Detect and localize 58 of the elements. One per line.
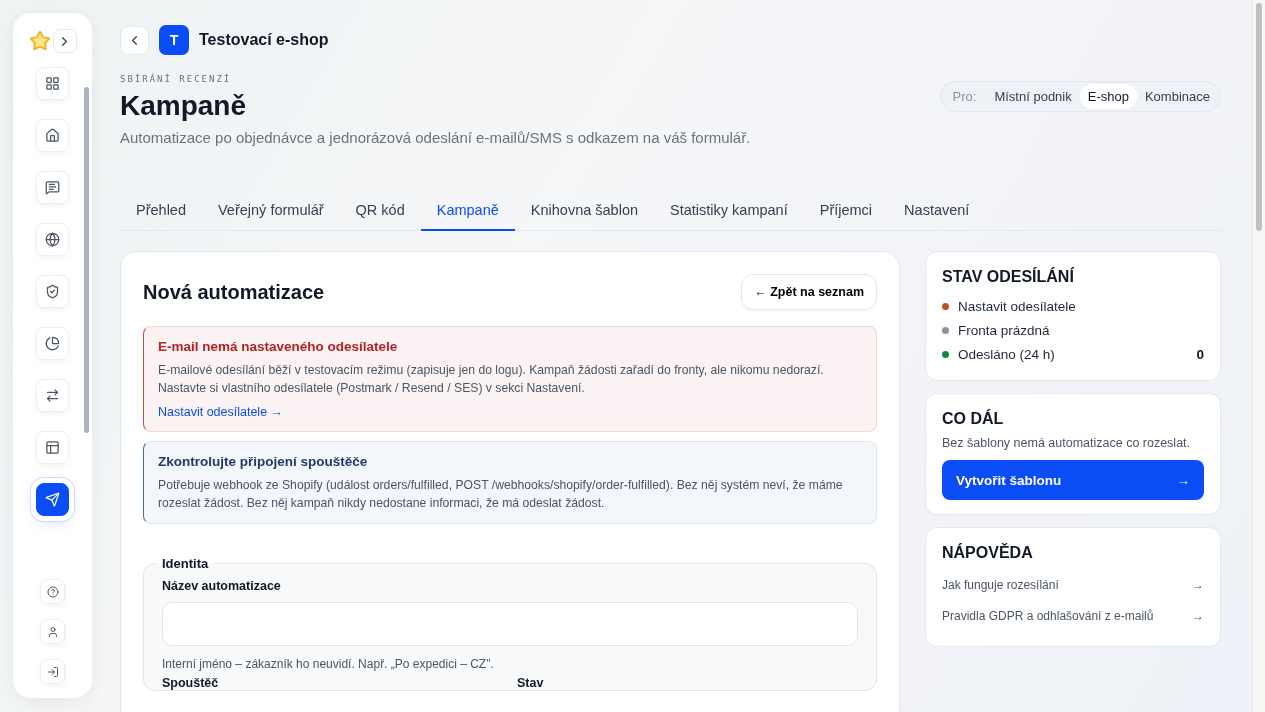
layout-icon xyxy=(45,440,60,455)
page-title: Kampaně xyxy=(120,90,248,122)
status-label: Nastavit odesílatele xyxy=(958,298,1077,314)
alert-text: Potřebuje webhook ze Shopify (událost orders/fulfilled, POST /webhooks/shopify/order-fulfilled). Bez něj systém neví, že máme rozeslat žádost. Bez něj kampaň nikdy nedostane informaci, že má odeslat žádost. xyxy=(158,477,844,512)
tab[interactable]: QR kód xyxy=(339,191,421,231)
grid-icon xyxy=(45,76,60,91)
tab[interactable]: Nastavení xyxy=(888,191,986,231)
tab[interactable]: Statistiky kampaní xyxy=(654,191,804,231)
alert-link[interactable]: Nastavit odesílatele → xyxy=(158,405,284,419)
message-icon xyxy=(45,180,60,195)
tab[interactable]: Veřejný formulář xyxy=(202,191,340,231)
alert-title: Zkontrolujte připojení spouštěče xyxy=(158,454,369,469)
shop-avatar: T xyxy=(159,25,189,55)
section-eyebrow: SBÍRÁNÍ RECENZÍ xyxy=(120,74,233,84)
help-link[interactable]: Jak funguje rozesílání → xyxy=(942,570,1204,601)
help-link[interactable]: Pravidla GDPR a odhlašování z e-mailů → xyxy=(942,601,1204,632)
card-text: Bez šablony nemá automatizace co rozeslat. xyxy=(942,436,1192,450)
swap-arrows-icon xyxy=(45,388,60,403)
home-icon xyxy=(45,128,60,143)
audience-option[interactable]: Kombinace xyxy=(1136,84,1218,109)
card-title: NÁPOVĚDA xyxy=(942,544,1034,562)
star-logo-icon xyxy=(28,30,51,52)
section-legend: Identita xyxy=(156,556,215,571)
user-button[interactable] xyxy=(40,619,65,644)
audience-label: Pro: xyxy=(951,89,978,104)
status-label: Odesláno (24 h) xyxy=(958,346,1056,362)
card-title: STAV ODESÍLÁNÍ xyxy=(942,268,1076,286)
alert-text: E-mailové odesílání běží v testovacím režimu (zapisuje jen do logu). Kampaň žádosti zařadí do fronty, ale nikomu nedorazí. Nastavte si vlastního odesílatele (Postmark / Resend / SES) v sekci Nastavení. xyxy=(158,362,825,397)
field-label: Název automatizace xyxy=(162,579,282,593)
globe-icon xyxy=(45,232,60,247)
field-label: Spouštěč xyxy=(162,676,220,690)
card-title: CO DÁL xyxy=(942,410,1005,428)
page-subtitle: Automatizace po objednávce a jednorázová odeslání e-mailů/SMS s odkazem na váš formulář. xyxy=(120,129,751,146)
field-hint: Interní jméno – zákazník ho neuvidí. Např. „Po expedici – CZ". xyxy=(162,657,495,671)
form-title: Nová automatizace xyxy=(143,280,325,304)
pie-chart-icon xyxy=(45,336,60,351)
alert-title: E-mail nemá nastaveného odesílatele xyxy=(158,339,399,354)
field-label: Stav xyxy=(517,676,545,690)
expand-button[interactable] xyxy=(52,29,77,53)
audience-option[interactable]: Místní podnik xyxy=(986,84,1080,109)
tab[interactable]: Příjemci xyxy=(803,191,889,231)
login-button[interactable] xyxy=(40,659,65,684)
user-icon xyxy=(46,625,59,638)
help-button[interactable] xyxy=(40,579,65,604)
help-icon xyxy=(46,585,59,598)
audience-option[interactable]: E-shop xyxy=(1079,84,1137,109)
tab[interactable]: Přehled xyxy=(120,191,202,231)
login-icon xyxy=(46,665,59,678)
shield-icon xyxy=(45,284,60,299)
send-icon xyxy=(45,492,60,507)
status-label: Fronta prázdná xyxy=(958,322,1051,338)
tab[interactable]: Knihovna šablon xyxy=(514,191,655,231)
tab[interactable]: Kampaně xyxy=(420,191,515,231)
shop-name: Testovací e-shop xyxy=(199,31,329,49)
status-value: 0 xyxy=(1196,346,1204,362)
name-input-field[interactable] xyxy=(162,602,858,646)
create-template-button[interactable]: Vytvořit šablonu → xyxy=(942,460,1204,500)
back-to-list-button[interactable]: ← Zpět na seznam xyxy=(741,274,877,310)
